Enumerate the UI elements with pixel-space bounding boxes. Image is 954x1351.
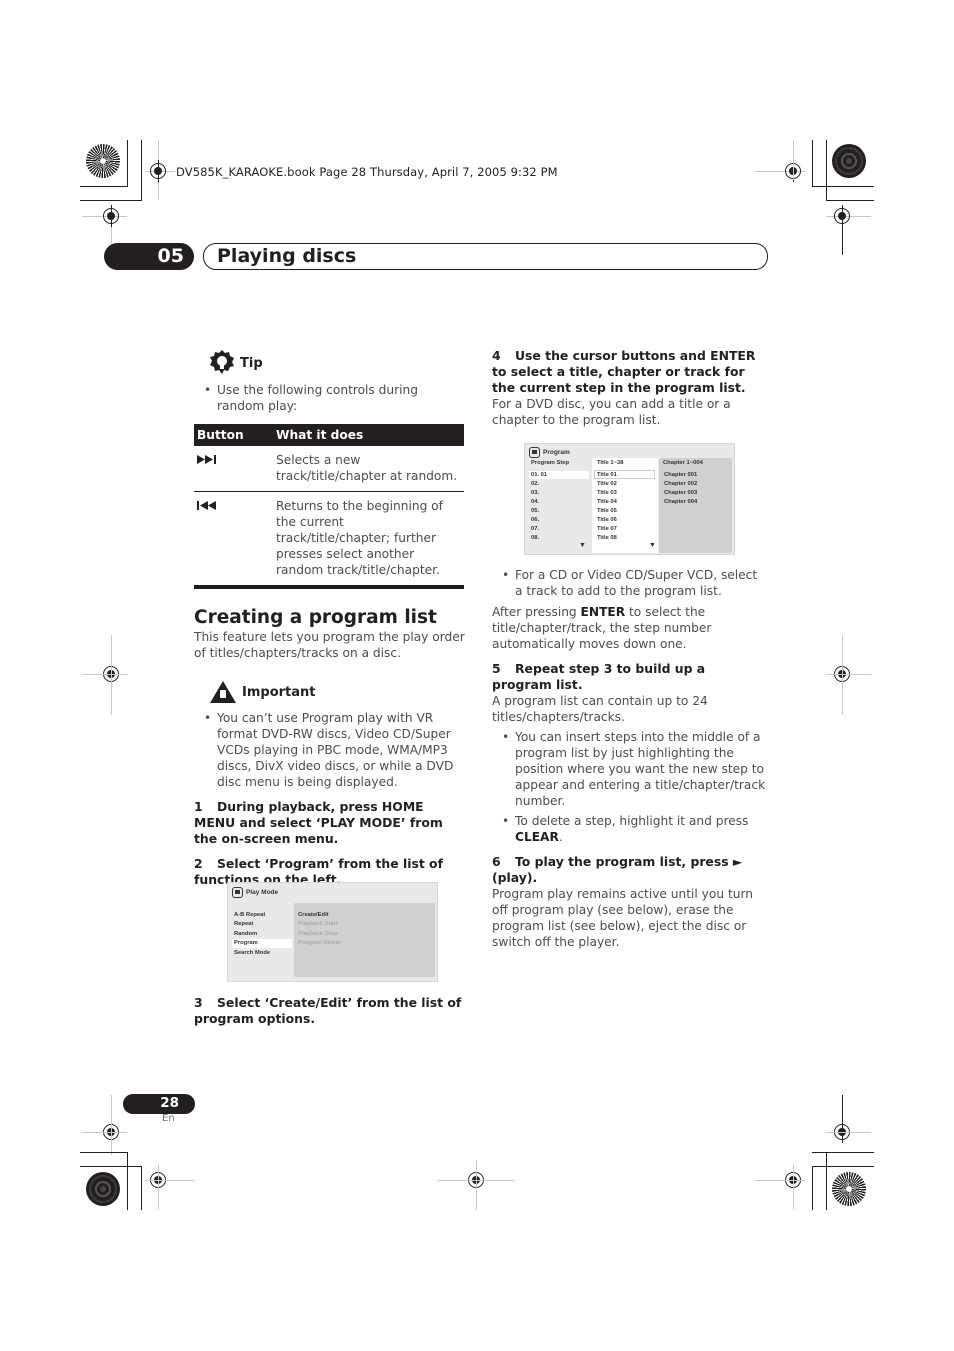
disc-menu-icon: [529, 447, 540, 458]
function-item[interactable]: Repeat: [234, 921, 253, 928]
step-4: 4 Use the cursor buttons and ENTER to sel…: [492, 348, 756, 395]
chapter-number: 05: [157, 245, 184, 267]
warning-icon: [210, 681, 236, 703]
page-number-badge: 28: [123, 1094, 195, 1114]
function-item[interactable]: A-B Repeat: [234, 912, 265, 919]
chapter-item[interactable]: Chapter 003: [664, 490, 697, 497]
program-step-item[interactable]: 08.: [531, 535, 539, 542]
option-item-disabled: Playback Start: [298, 921, 338, 927]
option-item-disabled: Program Delete: [298, 940, 341, 946]
step-5-bullet-insert: You can insert steps into the middle of …: [492, 729, 768, 809]
tip-label: Tip: [240, 355, 263, 371]
chapter-item[interactable]: Chapter 001: [664, 472, 697, 479]
play-mode-screen: Play Mode A-B Repeat Repeat Random Progr…: [227, 882, 438, 982]
registration-star-icon: [86, 144, 120, 178]
option-item[interactable]: Create/Edit: [298, 912, 329, 919]
title-item[interactable]: Title 03: [597, 490, 617, 497]
program-step-item[interactable]: 04.: [531, 499, 539, 506]
chapter-item[interactable]: Chapter 002: [664, 481, 697, 488]
table-header-what-it-does: What it does: [273, 424, 464, 446]
chapter-column-header: Chapter 1~004: [663, 460, 703, 466]
chapter-item[interactable]: Chapter 004: [664, 499, 697, 506]
registration-mark-icon: [150, 160, 166, 182]
chapter-title: Playing discs: [217, 245, 357, 267]
play-mode-header: Play Mode: [232, 887, 278, 898]
title-item[interactable]: Title 04: [597, 499, 617, 506]
step-3: 3 Select ‘Create/Edit’ from the list of p…: [194, 995, 462, 1026]
program-header: Program: [529, 447, 570, 458]
program-step-item[interactable]: 07.: [531, 526, 539, 533]
function-item[interactable]: Search Mode: [234, 950, 270, 957]
registration-disc-icon: [86, 1172, 120, 1206]
after-enter-text: After pressing ENTER to select the title…: [492, 605, 712, 651]
program-step-item[interactable]: 01. 01: [531, 472, 547, 479]
program-screen: Program Program Step Title 1~38 Chapter …: [524, 443, 735, 555]
program-step-item[interactable]: 06.: [531, 517, 539, 524]
title-item[interactable]: Title 05: [597, 508, 617, 515]
program-step-item[interactable]: 05.: [531, 508, 539, 515]
step-4-bullet: For a CD or Video CD/Super VCD, select a…: [492, 567, 768, 599]
disc-menu-icon: [232, 887, 243, 898]
title-column-header: Title 1~38: [597, 460, 624, 466]
important-heading: Important: [210, 681, 466, 703]
registration-mark-icon: [103, 205, 119, 227]
section-title: Creating a program list: [194, 607, 437, 628]
random-play-controls-table: Button What it does Selects a new track/…: [194, 424, 464, 589]
program-step-item[interactable]: 03.: [531, 490, 539, 497]
previous-track-icon: [194, 491, 273, 589]
step-5-body: A program list can contain up to 24 titl…: [492, 694, 708, 724]
title-item[interactable]: Title 08: [597, 535, 617, 542]
step-5: 5 Repeat step 3 to build up a program lis…: [492, 661, 706, 692]
right-column: 4 Use the cursor buttons and ENTER to sel…: [492, 348, 768, 428]
table-cell-description: Selects a new track/title/chapter at ran…: [273, 446, 464, 492]
page-language: En: [162, 1113, 175, 1124]
important-bullet: You can’t use Program play with VR forma…: [194, 710, 466, 790]
registration-star-icon: [832, 1172, 866, 1206]
table-row: Selects a new track/title/chapter at ran…: [194, 446, 464, 492]
tip-bullet: Use the following controls during random…: [194, 382, 466, 414]
option-item-disabled: Playback Stop: [298, 931, 338, 937]
section-intro: This feature lets you program the play o…: [194, 630, 465, 660]
function-item-selected[interactable]: Program: [234, 940, 258, 947]
title-item[interactable]: Title 07: [597, 526, 617, 533]
important-label: Important: [242, 684, 316, 700]
step-4-body: For a DVD disc, you can add a title or a…: [492, 397, 731, 427]
page-number: 28: [160, 1095, 179, 1111]
step-6: 6 To play the program list, press ► (play…: [492, 854, 743, 885]
left-column: Tip Use the following controls during ra…: [194, 350, 466, 888]
table-header-button: Button: [194, 424, 273, 446]
scroll-down-arrow-icon[interactable]: ▼: [649, 542, 656, 549]
lightbulb-icon: [210, 350, 234, 374]
title-item[interactable]: Title 06: [597, 517, 617, 524]
program-step-column-header: Program Step: [531, 460, 570, 466]
right-column-lower: For a CD or Video CD/Super VCD, select a…: [492, 567, 768, 950]
chapter-title-bar: Playing discs: [203, 243, 768, 270]
table-cell-description: Returns to the beginning of the current …: [273, 491, 464, 589]
program-step-item[interactable]: 02.: [531, 481, 539, 488]
scroll-down-arrow-icon[interactable]: ▼: [579, 542, 586, 549]
print-header: DV585K_KARAOKE.book Page 28 Thursday, Ap…: [176, 165, 558, 179]
title-item[interactable]: Title 02: [597, 481, 617, 488]
step-1: 1 During playback, press HOME MENU and se…: [194, 799, 443, 846]
function-item[interactable]: Random: [234, 931, 257, 938]
table-row: Returns to the beginning of the current …: [194, 491, 464, 589]
tip-heading: Tip: [210, 350, 466, 376]
next-track-icon: [194, 446, 273, 492]
chapter-number-badge: 05: [104, 243, 194, 270]
registration-disc-icon: [832, 144, 866, 178]
step-5-bullet-delete: To delete a step, highlight it and press…: [492, 813, 768, 845]
table-header-row: Button What it does: [194, 424, 464, 446]
step-6-body: Program play remains active until you tu…: [492, 887, 753, 949]
title-item[interactable]: Title 01: [597, 472, 617, 479]
